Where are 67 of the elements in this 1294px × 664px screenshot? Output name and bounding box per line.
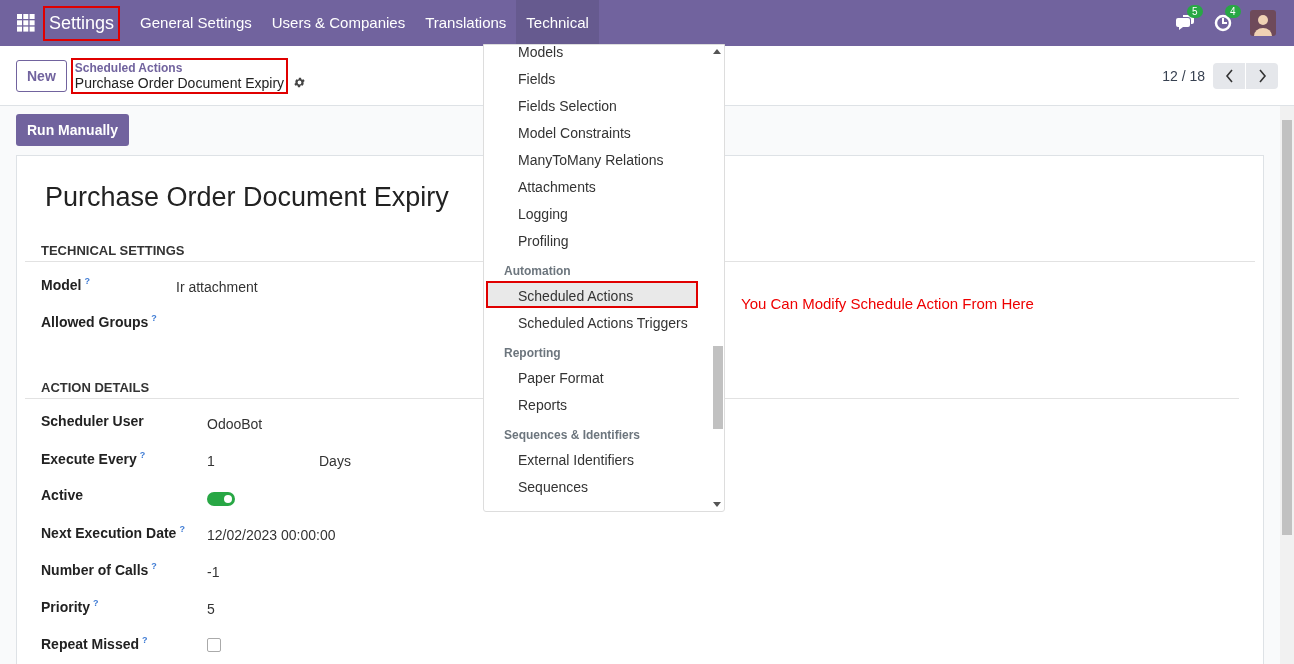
scroll-up-icon[interactable] (713, 49, 721, 54)
scroll-down-icon[interactable] (713, 502, 721, 507)
field-value: 12/02/2023 00:00:00 (207, 527, 336, 543)
scrollbar[interactable] (1280, 106, 1294, 664)
chevron-right-icon (1257, 68, 1267, 83)
dropdown-item[interactable]: External Identifiers (486, 445, 698, 472)
menu-item[interactable]: Translations (415, 0, 517, 46)
new-button[interactable]: New (16, 59, 67, 92)
settings-icon[interactable] (293, 76, 307, 89)
previous-button[interactable] (1213, 62, 1245, 89)
help-tooltip[interactable]: ? (142, 635, 148, 645)
clock-icon[interactable] (1214, 14, 1232, 32)
field-value: Days (319, 453, 351, 469)
dropdown-item[interactable]: Scheduled Actions (486, 281, 698, 308)
field-label: Active (41, 487, 84, 503)
menu-section-header: Reporting (503, 345, 562, 362)
dropdown-item[interactable]: Logging (486, 199, 698, 226)
field-label: Number of Calls (41, 561, 149, 578)
menu-section-header: Automation (503, 263, 572, 280)
dropdown-item[interactable]: Attachments (486, 172, 698, 199)
dropdown-item[interactable]: ManyToMany Relations (486, 145, 698, 172)
breadcrumb-link[interactable]: Scheduled Actions (74, 60, 285, 75)
menu-section-header: Sequences & Identifiers (503, 427, 642, 444)
field-label: Model (41, 276, 82, 293)
help-tooltip[interactable]: ? (139, 450, 146, 460)
field-label: Priority (41, 598, 90, 615)
field-label: Execute Every (41, 450, 137, 467)
dropdown-item[interactable]: Models (486, 45, 698, 64)
menu-item[interactable]: Technical (516, 0, 599, 46)
field-label: Repeat Missed (41, 635, 140, 652)
record-title: Purchase Order Document Expiry (74, 74, 285, 91)
annotation-text: You Can Modify Schedule Action From Here (741, 295, 1034, 312)
field-value: 1 (207, 453, 216, 469)
help-tooltip[interactable]: ? (179, 524, 185, 534)
dropdown-item[interactable]: Fields (486, 64, 698, 91)
record-name: Purchase Order Document Expiry (45, 182, 449, 213)
scroll-thumb[interactable] (1282, 120, 1292, 535)
field-value: OdooBot (207, 416, 263, 432)
field-value: 5 (207, 601, 215, 617)
user-avatar[interactable] (1250, 10, 1276, 36)
toggle-switch[interactable] (207, 492, 235, 506)
dropdown-item[interactable]: Scheduled Actions Triggers (486, 308, 698, 335)
apps-menu-icon[interactable] (17, 14, 35, 32)
scroll-thumb[interactable] (713, 346, 723, 429)
dropdown-item[interactable]: Model Constraints (486, 118, 698, 145)
run-manually-button[interactable]: Run Manually (16, 114, 129, 146)
field-value: -1 (207, 564, 220, 580)
help-tooltip[interactable]: ? (151, 561, 157, 571)
menu-item[interactable]: Users & Companies (261, 0, 416, 46)
help-tooltip[interactable]: ? (93, 598, 99, 608)
field-label: Allowed Groups (41, 313, 149, 330)
field-value: Ir attachment (176, 279, 258, 295)
checkbox[interactable] (207, 638, 221, 652)
chat-icon[interactable] (1176, 14, 1196, 32)
notification-count: 5 (1187, 5, 1203, 18)
dropdown-item[interactable]: Fields Selection (486, 91, 698, 118)
chevron-left-icon (1224, 68, 1234, 83)
field-label: Scheduler User (41, 413, 144, 429)
pager-value: 12 / 18 (1162, 67, 1205, 84)
menu-item[interactable]: General Settings (130, 0, 262, 46)
dropdown-item[interactable]: Sequences (486, 472, 698, 499)
app-title[interactable]: Settings (43, 5, 121, 41)
notification-count: 4 (1225, 5, 1241, 18)
next-button[interactable] (1246, 62, 1278, 89)
help-tooltip[interactable]: ? (84, 276, 90, 286)
help-tooltip[interactable]: ? (151, 313, 157, 323)
field-label: Next Execution Date (41, 524, 177, 541)
